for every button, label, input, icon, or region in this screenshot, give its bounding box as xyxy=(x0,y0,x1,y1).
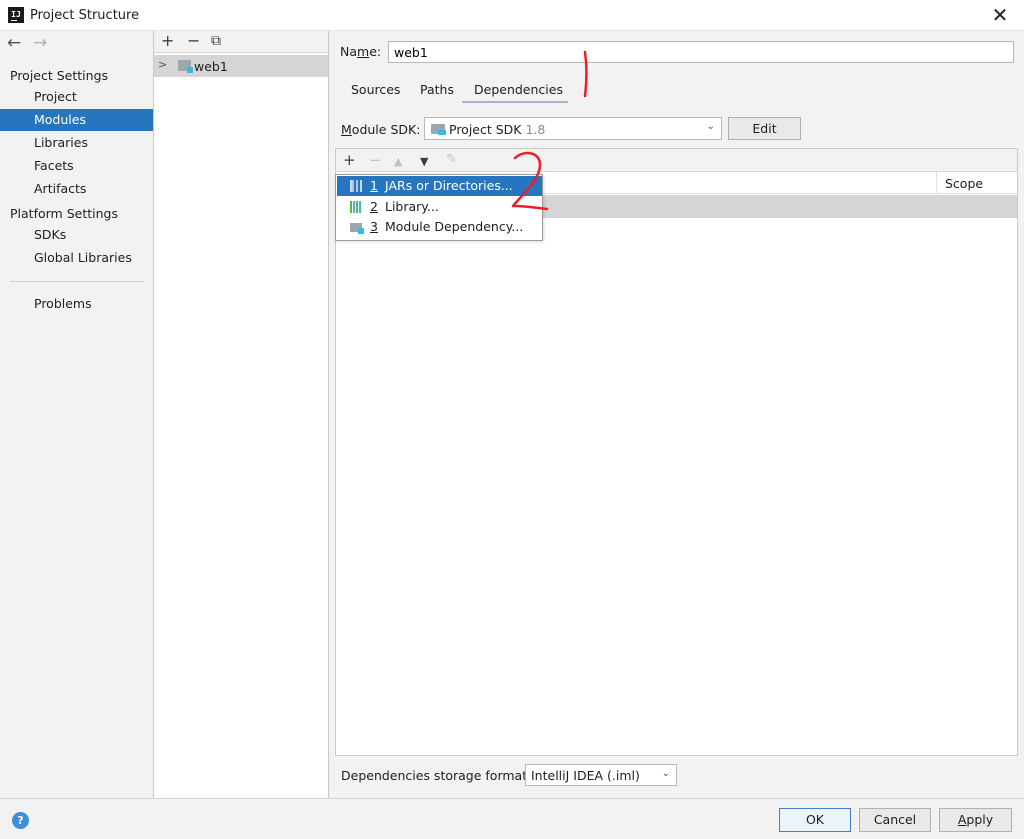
chevron-down-icon: ⌄ xyxy=(706,121,715,132)
scope-column-header[interactable]: Scope xyxy=(945,176,983,191)
chevron-right-icon[interactable]: > xyxy=(158,58,167,71)
nav-item-facets[interactable]: Facets xyxy=(0,155,153,177)
column-divider xyxy=(936,172,937,194)
module-name-input[interactable] xyxy=(388,41,1014,63)
nav-item-modules[interactable]: Modules xyxy=(0,109,153,131)
module-sdk-label: Module SDK: xyxy=(341,122,421,137)
menu-item-library[interactable]: 2 Library... xyxy=(337,197,542,217)
storage-format-label: Dependencies storage format: xyxy=(341,768,532,783)
add-dependency-popup: 1 JARs or Directories... 2 Library... 3 … xyxy=(335,174,543,241)
nav-item-problems[interactable]: Problems xyxy=(0,293,153,315)
add-dependency-icon[interactable]: + xyxy=(343,151,356,169)
menu-item-module-dependency[interactable]: 3 Module Dependency... xyxy=(337,217,542,237)
tab-sources[interactable]: Sources xyxy=(351,82,400,102)
nav-item-libraries[interactable]: Libraries xyxy=(0,132,153,154)
remove-dependency-icon[interactable]: − xyxy=(369,151,382,169)
back-arrow-icon[interactable]: ← xyxy=(7,33,21,53)
help-icon[interactable]: ? xyxy=(12,812,29,829)
title-bar: IJ Project Structure ✕ xyxy=(0,0,1024,31)
name-label: Name: xyxy=(340,44,382,59)
nav-divider xyxy=(10,281,144,282)
jar-icon xyxy=(350,180,362,192)
module-editor-panel: Name: Sources Paths Dependencies Module … xyxy=(330,31,1024,798)
dialog-button-bar: ? OK Cancel Apply xyxy=(0,798,1024,839)
platform-settings-heading: Platform Settings xyxy=(10,206,118,221)
sdk-folder-icon xyxy=(431,124,446,135)
sdk-version: 1.8 xyxy=(525,122,546,137)
module-tree-label: web1 xyxy=(194,59,228,74)
edit-dependency-icon[interactable]: ✎ xyxy=(446,151,457,169)
project-settings-heading: Project Settings xyxy=(10,68,109,83)
dependencies-toolbar: + − ▲ ▼ ✎ xyxy=(336,149,1017,172)
module-sdk-dropdown[interactable]: Project SDK 1.8 ⌄ xyxy=(424,117,722,140)
modules-toolbar: + − ⧉ xyxy=(154,31,328,53)
intellij-app-icon: IJ xyxy=(8,7,24,23)
nav-item-project[interactable]: Project xyxy=(0,86,153,108)
forward-arrow-icon[interactable]: → xyxy=(33,33,47,53)
cancel-button[interactable]: Cancel xyxy=(859,808,931,832)
chevron-down-icon: ⌄ xyxy=(661,768,670,779)
modules-tree-panel: + − ⧉ > web1 xyxy=(154,31,329,798)
active-tab-indicator xyxy=(462,101,568,103)
add-module-icon[interactable]: + xyxy=(161,32,174,50)
tab-dependencies[interactable]: Dependencies xyxy=(474,82,563,102)
move-down-icon[interactable]: ▼ xyxy=(420,153,428,171)
storage-format-dropdown[interactable]: IntelliJ IDEA (.iml) ⌄ xyxy=(525,764,677,786)
copy-module-icon[interactable]: ⧉ xyxy=(211,32,221,50)
module-tree-item-web1[interactable]: > web1 xyxy=(154,55,328,77)
storage-format-value: IntelliJ IDEA (.iml) xyxy=(531,768,640,783)
nav-item-global-libraries[interactable]: Global Libraries xyxy=(0,247,153,269)
window-title: Project Structure xyxy=(30,8,140,23)
close-window-button[interactable]: ✕ xyxy=(984,4,1016,28)
tab-paths[interactable]: Paths xyxy=(420,82,454,102)
move-up-icon[interactable]: ▲ xyxy=(394,153,402,171)
menu-item-jars-or-directories[interactable]: 1 JARs or Directories... xyxy=(337,176,542,196)
module-dependency-icon xyxy=(350,223,364,234)
nav-item-artifacts[interactable]: Artifacts xyxy=(0,178,153,200)
apply-button[interactable]: Apply xyxy=(939,808,1012,832)
edit-sdk-button[interactable]: Edit xyxy=(728,117,801,140)
settings-nav-panel: ← → Project Settings Project Modules Lib… xyxy=(0,31,154,798)
ok-button[interactable]: OK xyxy=(779,808,851,832)
sdk-value: Project SDK xyxy=(449,122,522,137)
module-icon xyxy=(178,60,193,73)
remove-module-icon[interactable]: − xyxy=(187,32,200,50)
library-icon xyxy=(350,201,362,213)
nav-item-sdks[interactable]: SDKs xyxy=(0,224,153,246)
